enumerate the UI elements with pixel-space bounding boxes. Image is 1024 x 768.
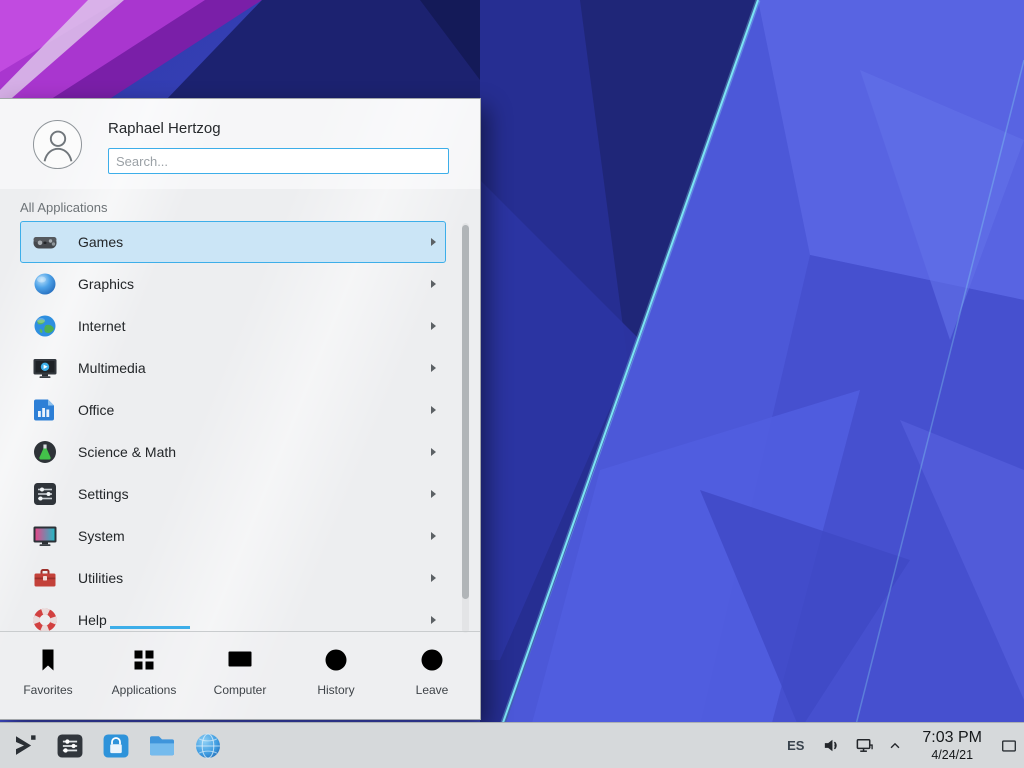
web-browser-task[interactable] [186,724,230,768]
application-launcher-button[interactable] [2,724,46,768]
tab-applications[interactable]: Applications [96,632,192,719]
file-manager-task[interactable] [140,724,184,768]
graphics-orb-icon [31,270,59,298]
monitor-icon [225,645,255,675]
submenu-arrow-icon [431,574,436,582]
category-help[interactable]: Help [20,599,446,633]
category-label: Multimedia [78,360,146,376]
clock-time: 7:03 PM [922,728,982,747]
system-settings-icon [54,730,86,762]
submenu-arrow-icon [431,490,436,498]
toolbox-icon [31,564,59,592]
tab-label: Favorites [23,683,72,697]
media-player-icon [31,354,59,382]
system-settings-task[interactable] [48,724,92,768]
submenu-arrow-icon [431,532,436,540]
category-label: System [78,528,125,544]
volume-tray-item[interactable] [821,736,841,756]
category-utilities[interactable]: Utilities [20,557,446,599]
tray-expander[interactable] [887,738,903,754]
category-label: Graphics [78,276,134,292]
category-games[interactable]: Games [20,221,446,263]
tab-computer[interactable]: Computer [192,632,288,719]
application-launcher-menu: Raphael Hertzog All Applications Games [0,98,481,720]
category-multimedia[interactable]: Multimedia [20,347,446,389]
submenu-arrow-icon [431,238,436,246]
tab-favorites[interactable]: Favorites [0,632,96,719]
search-input[interactable] [108,148,449,174]
lifebuoy-icon [31,606,59,633]
section-label: All Applications [20,200,107,215]
browser-globe-icon [192,730,224,762]
clock-date: 4/24/21 [922,748,982,763]
taskbar: ES 7:03 PM 4/24/21 [0,722,1024,768]
tab-label: Computer [214,683,267,697]
tab-label: Leave [416,683,449,697]
document-chart-icon [31,396,59,424]
folder-icon [146,730,178,762]
category-label: Help [78,612,107,628]
category-label: Office [78,402,114,418]
category-label: Science & Math [78,444,176,460]
user-avatar[interactable] [33,120,82,169]
chevron-up-icon [888,739,902,753]
launcher-tabbar: Favorites Applications Computer History [0,631,480,719]
category-system[interactable]: System [20,515,446,557]
globe-icon [31,312,59,340]
category-label: Games [78,234,123,250]
submenu-arrow-icon [431,322,436,330]
active-tab-indicator [110,626,190,629]
grid-icon [129,645,159,675]
bookmark-icon [33,645,63,675]
submenu-arrow-icon [431,448,436,456]
scrollbar-thumb[interactable] [462,225,469,599]
sliders-icon [31,480,59,508]
user-icon [35,122,81,168]
flask-icon [31,438,59,466]
system-tray: ES 7:03 PM 4/24/21 [787,723,1024,768]
tab-leave[interactable]: Leave [384,632,480,719]
tab-label: History [317,683,354,697]
launcher-header: Raphael Hertzog [0,99,480,189]
clock-icon [321,645,351,675]
user-name: Raphael Hertzog [108,120,221,137]
category-science-math[interactable]: Science & Math [20,431,446,473]
category-office[interactable]: Office [20,389,446,431]
submenu-arrow-icon [431,616,436,624]
category-label: Utilities [78,570,123,586]
network-icon [855,736,874,755]
category-label: Settings [78,486,129,502]
show-desktop-icon [1000,737,1018,755]
gamepad-icon [31,228,59,256]
submenu-arrow-icon [431,364,436,372]
logout-icon [417,645,447,675]
category-list: Games Graphics Internet [0,221,480,633]
digital-clock[interactable]: 7:03 PM 4/24/21 [922,728,982,762]
network-tray-item[interactable] [854,736,874,756]
category-label: Internet [78,318,125,334]
category-internet[interactable]: Internet [20,305,446,347]
category-graphics[interactable]: Graphics [20,263,446,305]
discover-icon [100,730,132,762]
show-desktop-button[interactable] [994,723,1024,768]
category-settings[interactable]: Settings [20,473,446,515]
submenu-arrow-icon [431,406,436,414]
discover-task[interactable] [94,724,138,768]
tab-label: Applications [112,683,177,697]
tab-history[interactable]: History [288,632,384,719]
system-monitor-icon [31,522,59,550]
volume-icon [822,736,841,755]
kde-launcher-icon [8,730,40,762]
keyboard-layout-indicator[interactable]: ES [787,738,804,753]
submenu-arrow-icon [431,280,436,288]
